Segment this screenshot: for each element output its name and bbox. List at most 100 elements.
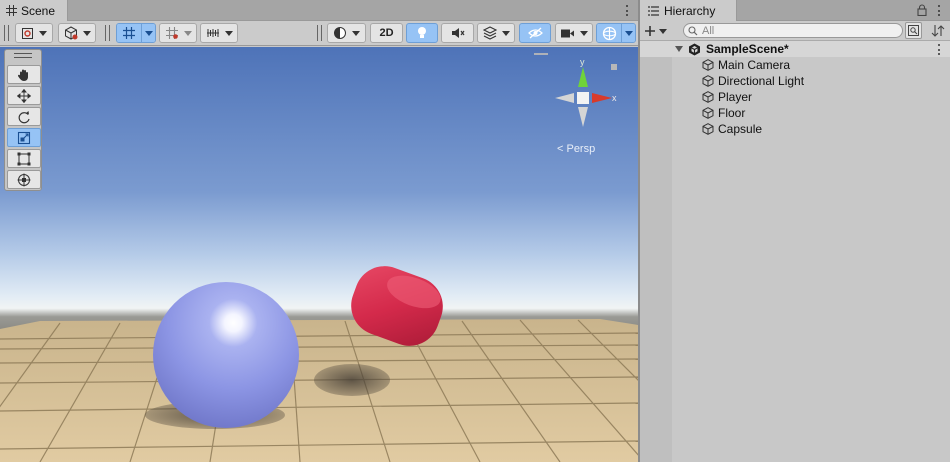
hierarchy-item-player[interactable]: Player <box>640 89 950 105</box>
grid-dropdown-button[interactable] <box>141 24 155 42</box>
scene-row[interactable]: SampleScene* <box>640 41 950 57</box>
hierarchy-panel-menu-icon[interactable] <box>934 4 944 17</box>
hierarchy-item-label: Floor <box>718 106 746 120</box>
shading-mode-dropdown[interactable] <box>327 23 366 43</box>
gizmo-y-label: y <box>580 57 585 67</box>
render-mode-dropdown[interactable] <box>58 23 96 43</box>
hierarchy-item-label: Capsule <box>718 122 763 136</box>
effects-dropdown[interactable] <box>477 23 515 43</box>
tool-palette <box>4 49 42 191</box>
capsule-shadow <box>314 364 390 396</box>
gizmo-perspective-label[interactable]: < Persp <box>557 143 595 155</box>
scene-panel: Scene 2D y x < Persp <box>0 0 638 462</box>
hierarchy-search-input[interactable] <box>702 24 892 37</box>
unity-scene-icon <box>689 43 700 55</box>
draw-mode-icon <box>22 27 33 39</box>
grid-visibility-button[interactable] <box>117 24 142 42</box>
hierarchy-toolbar <box>640 21 950 41</box>
toolbar-grip-3 <box>317 25 322 41</box>
toggle-2d-label: 2D <box>379 27 394 39</box>
hierarchy-item-capsule[interactable]: Capsule <box>640 121 950 137</box>
player-sphere[interactable] <box>153 282 299 428</box>
audio-muted-icon <box>451 28 464 38</box>
transform-tool-button[interactable] <box>7 170 41 189</box>
video-camera-icon <box>561 29 574 37</box>
tab-hierarchy[interactable]: Hierarchy <box>640 0 737 21</box>
scale-icon <box>17 131 31 144</box>
create-dropdown[interactable] <box>644 23 674 39</box>
gizmo-lock-icon[interactable] <box>611 64 617 70</box>
snap-grid-icon <box>165 27 178 39</box>
lightbulb-icon <box>418 27 426 38</box>
gameobject-cube-icon <box>702 59 714 71</box>
palette-grip[interactable] <box>14 53 32 58</box>
chevron-down-icon <box>659 28 667 34</box>
scene-render: y x < Persp <box>0 47 638 462</box>
shaded-sphere-icon <box>334 27 346 39</box>
draw-mode-dropdown[interactable] <box>15 23 53 43</box>
hierarchy-item-floor[interactable]: Floor <box>640 105 950 121</box>
scene-audio-toggle[interactable] <box>441 23 474 43</box>
hierarchy-item-label: Main Camera <box>718 58 791 72</box>
hierarchy-item-label: Player <box>718 90 753 104</box>
unity-editor: Scene 2D y x < Persp Hierarchy All Sampl… <box>0 0 950 462</box>
tab-scene-label: Scene <box>21 3 56 18</box>
transform-icon <box>17 173 31 186</box>
gizmo-center-cube[interactable] <box>577 92 589 104</box>
scene-name-label: SampleScene* <box>706 42 789 56</box>
scene-viewport[interactable]: y x < Persp <box>0 47 638 462</box>
hand-tool-button[interactable] <box>7 65 41 84</box>
hierarchy-item-main-camera[interactable]: Main Camera <box>640 57 950 73</box>
toolbar-grip <box>4 25 9 41</box>
move-arrows-icon <box>17 88 31 103</box>
hierarchy-item-directional-light[interactable]: Directional Light <box>640 73 950 89</box>
move-tool-button[interactable] <box>7 86 41 105</box>
scene-tabbar: Scene <box>0 0 638 21</box>
layers-icon <box>482 26 497 40</box>
gameobject-cube-icon <box>702 107 714 119</box>
expand-triangle-icon[interactable] <box>675 46 683 52</box>
search-icon <box>688 25 698 35</box>
rect-tool-button[interactable] <box>7 149 41 168</box>
hierarchy-tabbar: Hierarchy <box>640 0 950 21</box>
grid-icon <box>123 27 136 39</box>
hierarchy-panel: Hierarchy All SampleScene* Main Camera D… <box>640 0 950 462</box>
floor-plane <box>0 319 638 462</box>
toggle-2d-button[interactable]: 2D <box>370 23 403 43</box>
search-by-type-button[interactable] <box>905 22 922 39</box>
list-icon <box>648 5 659 16</box>
scene-row-menu-icon[interactable] <box>934 43 944 56</box>
gameobject-cube-icon <box>702 91 714 103</box>
plus-icon <box>645 26 655 36</box>
hierarchy-item-label: Directional Light <box>718 74 805 88</box>
scale-tool-button[interactable] <box>7 128 41 147</box>
tab-hierarchy-label: Hierarchy <box>664 3 716 18</box>
toolbar-grip-2 <box>105 25 110 41</box>
gizmos-toggle[interactable] <box>596 23 636 43</box>
rotate-icon <box>18 110 30 123</box>
camera-settings-dropdown[interactable] <box>555 23 593 43</box>
scene-panel-menu-icon[interactable] <box>622 4 632 17</box>
gizmo-sphere-icon <box>602 26 616 40</box>
filter-search-icon <box>908 25 919 36</box>
scene-lighting-toggle[interactable] <box>406 23 438 43</box>
eye-slash-icon <box>527 27 543 39</box>
cube-shaded-icon <box>64 26 77 40</box>
gizmos-dropdown-button[interactable] <box>621 24 635 42</box>
ruler-icon <box>206 29 219 37</box>
grid-snap-toggle[interactable] <box>116 23 156 43</box>
lock-icon[interactable] <box>917 4 927 16</box>
hidden-objects-toggle[interactable] <box>519 23 551 43</box>
scene-toolbar: 2D <box>0 21 638 46</box>
gameobject-cube-icon <box>702 75 714 87</box>
rect-transform-icon <box>17 152 31 165</box>
tab-scene[interactable]: Scene <box>0 0 68 21</box>
snap-increment-dropdown[interactable] <box>159 23 197 43</box>
hierarchy-search[interactable] <box>683 23 903 38</box>
incremental-snap-dropdown[interactable] <box>200 23 238 43</box>
sort-icon[interactable] <box>931 24 945 38</box>
rotate-tool-button[interactable] <box>7 107 41 126</box>
gizmo-x-label: x <box>612 93 617 103</box>
gizmos-button[interactable] <box>597 24 622 42</box>
gizmo-menu-icon[interactable] <box>534 53 548 55</box>
